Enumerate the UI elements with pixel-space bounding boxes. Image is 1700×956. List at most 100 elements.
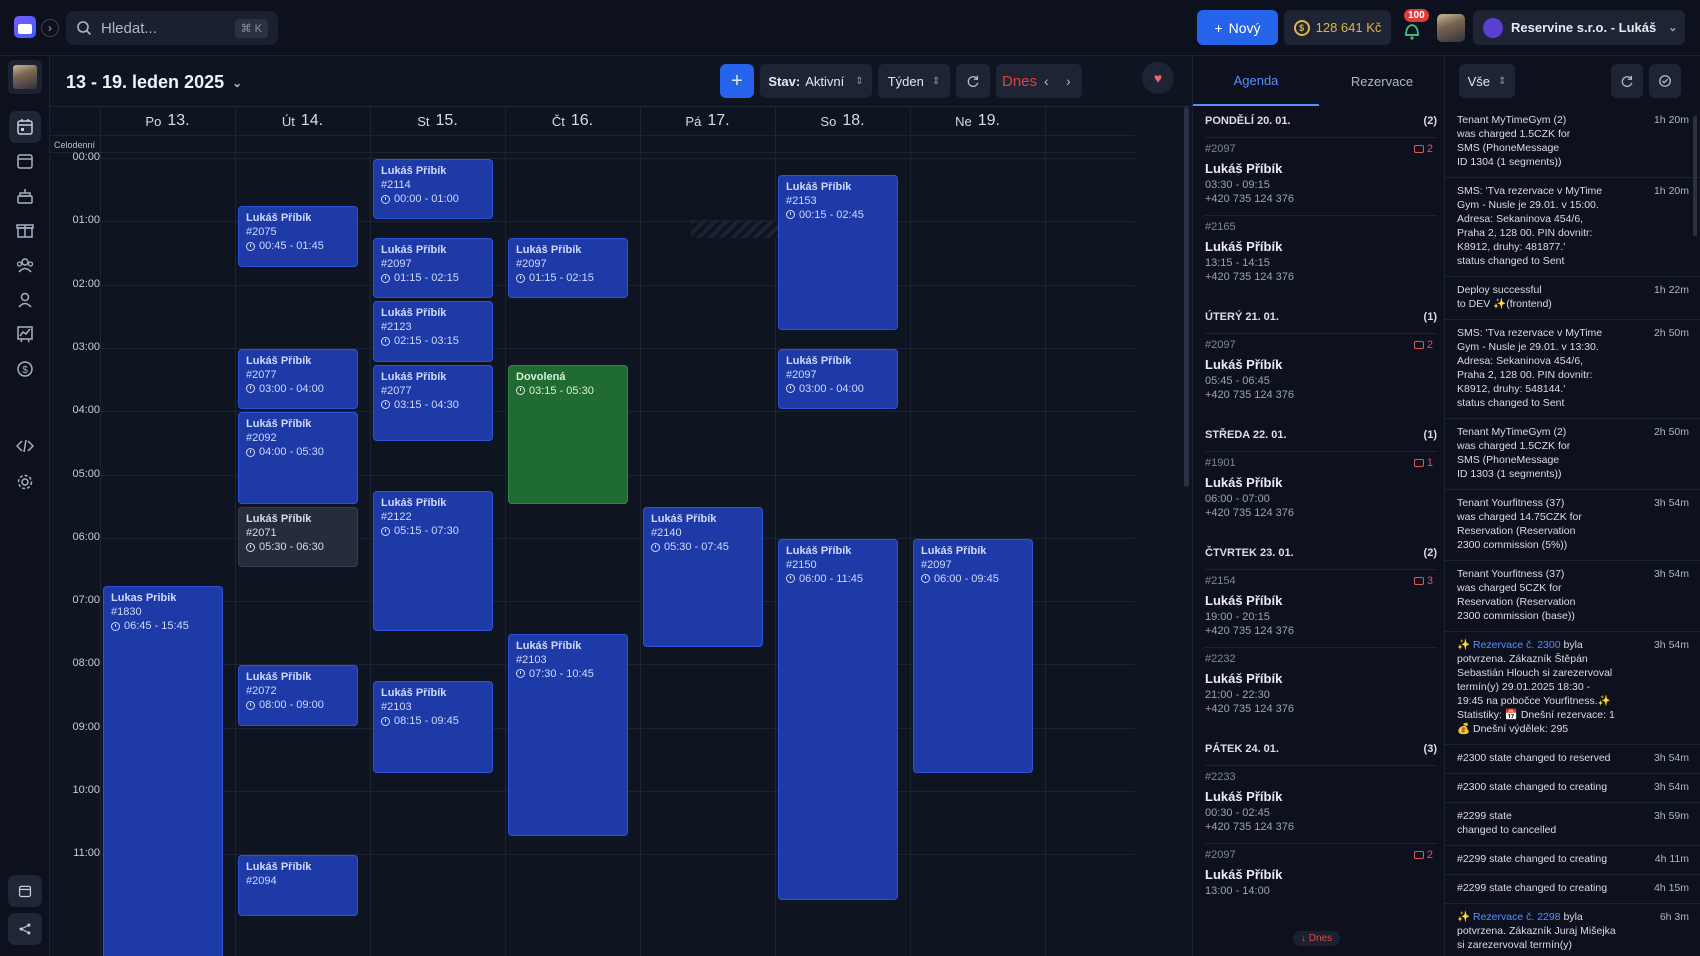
- reservation-link[interactable]: Rezervace č. 2298: [1473, 911, 1561, 923]
- app-logo[interactable]: [14, 16, 36, 38]
- calendar-event[interactable]: Lukáš Příbík #2097 01:15 - 02:15: [373, 238, 493, 299]
- log-entry: #2299 state changed to creating 4h 11m: [1457, 852, 1693, 866]
- agenda-item[interactable]: #1901 1 Lukáš Příbík 06:00 - 07:00 +420 735 …: [1205, 457, 1437, 521]
- calendar-event[interactable]: Lukáš Příbík #2103 08:15 - 09:45: [373, 681, 493, 774]
- calendar-event[interactable]: Lukáš Příbík #2140 05:30 - 07:45: [643, 507, 763, 647]
- view-select[interactable]: Týden ⇕: [878, 64, 950, 98]
- event-time: 02:15 - 03:15: [381, 335, 485, 347]
- scroll-to-today-pill[interactable]: ↓ Dnes: [1293, 931, 1341, 946]
- calendar-event[interactable]: Lukáš Příbík #2075 00:45 - 01:45: [238, 206, 358, 267]
- agenda-day-header: STŘEDA 22. 01. (1): [1205, 429, 1437, 441]
- calendar-event[interactable]: Lukáš Příbík #2097 06:00 - 09:45: [913, 538, 1033, 774]
- calendar-event[interactable]: Lukáš Příbík #2150 06:00 - 11:45: [778, 538, 898, 900]
- log-separator: [1445, 276, 1700, 277]
- agenda-item[interactable]: #2097 2 Lukáš Příbík 03:30 - 09:15 +420 735 …: [1205, 143, 1437, 207]
- event-reservation-id: #2097: [516, 258, 547, 271]
- calendar-scrollbar[interactable]: [1184, 107, 1189, 487]
- event-time: 03:00 - 04:00: [786, 383, 890, 395]
- agenda-item-name: Lukáš Příbík: [1205, 867, 1283, 882]
- search-input[interactable]: Hledat... ⌘ K: [66, 11, 278, 45]
- log-separator: [1445, 744, 1700, 745]
- gift-icon[interactable]: [9, 214, 41, 246]
- calendar-event[interactable]: Lukáš Příbík #2114 00:00 - 01:00: [373, 159, 493, 220]
- prev-week-icon[interactable]: ‹: [1044, 73, 1049, 89]
- users-icon[interactable]: [9, 249, 41, 281]
- log-time: 2h 50m: [1653, 426, 1689, 438]
- log-separator: [1445, 802, 1700, 803]
- log-entry: Tenant MyTimeGym (2) was charged 1.5CZK f…: [1457, 425, 1693, 481]
- today-button[interactable]: Dnes: [1002, 73, 1037, 90]
- calendar-event[interactable]: Lukáš Příbík #2103 07:30 - 10:45: [508, 633, 628, 837]
- event-time-text: 05:30 - 06:30: [259, 541, 324, 554]
- agenda-item[interactable]: #2233 Lukáš Příbík 00:30 - 02:45 +420 735 1…: [1205, 771, 1437, 835]
- calendar-event[interactable]: Lukáš Příbík #2072 08:00 - 09:00: [238, 665, 358, 726]
- agenda-item-id: #2233: [1205, 771, 1236, 783]
- heart-icon[interactable]: ♥: [1142, 62, 1174, 94]
- gear-icon[interactable]: [9, 466, 41, 498]
- cake-icon[interactable]: [9, 180, 41, 212]
- event-time: 07:30 - 10:45: [516, 668, 620, 680]
- user-avatar[interactable]: [1437, 14, 1465, 42]
- agenda-item[interactable]: #2165 Lukáš Příbík 13:15 - 14:15 +420 735 1…: [1205, 221, 1437, 285]
- comment-count: 2: [1413, 849, 1433, 861]
- next-week-icon[interactable]: ›: [1066, 73, 1071, 89]
- log-line: was charged 14.75CZK for: [1457, 511, 1582, 523]
- calendar-event[interactable]: Lukáš Příbík #2094: [238, 855, 358, 916]
- log-line: ID 1304 (1 segments)): [1457, 156, 1562, 168]
- credit-badge[interactable]: $ 128 641 Kč: [1284, 10, 1391, 45]
- date-range-picker[interactable]: 13 - 19. leden 2025 ⌄: [66, 72, 242, 93]
- tab-agenda[interactable]: Agenda: [1193, 56, 1319, 106]
- calendar-event[interactable]: Lukáš Příbík #2077 03:00 - 04:00: [238, 348, 358, 410]
- calendar-icon[interactable]: [9, 145, 41, 177]
- log-message: Tenant Yourfitness (37) was charged 14.75…: [1457, 496, 1632, 552]
- event-time-text: 06:00 - 11:45: [799, 572, 864, 585]
- calendar-event[interactable]: Lukáš Příbík #2077 03:15 - 04:30: [373, 364, 493, 441]
- agenda-item[interactable]: #2154 3 Lukáš Příbík 19:00 - 20:15 +420 735 …: [1205, 575, 1437, 639]
- comment-count: 2: [1413, 143, 1433, 155]
- calendar-event[interactable]: Lukáš Příbík #2092 04:00 - 05:30: [238, 412, 358, 505]
- calendar-event[interactable]: Lukáš Příbík #2071 05:30 - 06:30: [238, 507, 358, 568]
- calendar-shortcut-icon[interactable]: [8, 875, 42, 907]
- chart-icon[interactable]: [9, 318, 41, 350]
- refresh-button[interactable]: [956, 64, 990, 98]
- day-header: So 18.: [775, 107, 910, 135]
- workspace-avatar[interactable]: [8, 60, 42, 94]
- reservation-link[interactable]: Rezervace č. 2300: [1473, 639, 1561, 651]
- agenda-item[interactable]: #2097 2 Lukáš Příbík 05:45 - 06:45 +420 735 …: [1205, 339, 1437, 403]
- clock-icon: [246, 542, 255, 552]
- organization-switcher[interactable]: Reservine s.r.o. - Lukáš ⌄: [1473, 10, 1685, 45]
- agenda-item[interactable]: #2232 Lukáš Příbík 21:00 - 22:30 +420 735 1…: [1205, 653, 1437, 717]
- status-filter[interactable]: Stav: Aktivní ⇕: [760, 64, 872, 98]
- calendar-event[interactable]: Lukas Pribik #1830 06:45 - 15:45: [103, 586, 223, 956]
- agenda-separator: [1205, 333, 1437, 334]
- comment-icon: [1413, 851, 1424, 859]
- tab-rezervace[interactable]: Rezervace: [1319, 56, 1445, 106]
- log-refresh-button[interactable]: [1611, 64, 1643, 98]
- agenda-item-name: Lukáš Příbík: [1205, 357, 1283, 372]
- user-icon[interactable]: [9, 284, 41, 316]
- agenda-separator: [1205, 843, 1437, 844]
- agenda-item[interactable]: #2097 2 Lukáš Příbík 13:00 - 14:00: [1205, 849, 1437, 899]
- calendar-week-icon[interactable]: [9, 111, 41, 143]
- new-button-label: Nový: [1228, 19, 1261, 36]
- week-grid[interactable]: Celodenní Po 13. Út 14. St 15. Čt 16. Pá 17. So 18.…: [50, 106, 1192, 956]
- calendar-event[interactable]: Lukáš Příbík #2122 05:15 - 07:30: [373, 491, 493, 631]
- log-filter-select[interactable]: Vše ⇕: [1459, 64, 1515, 98]
- calendar-event[interactable]: Lukáš Příbík #2153 00:15 - 02:45: [778, 174, 898, 331]
- calendar-event[interactable]: Dovolená 03:15 - 05:30: [508, 364, 628, 505]
- share-icon[interactable]: [8, 913, 42, 945]
- add-reservation-button[interactable]: +: [720, 64, 754, 98]
- event-time: 05:30 - 07:45: [651, 541, 755, 553]
- log-settings-button[interactable]: [1649, 64, 1681, 98]
- coin-icon: $: [1293, 19, 1310, 36]
- calendar-event[interactable]: Lukáš Příbík #2097 03:00 - 04:00: [778, 348, 898, 410]
- log-scrollbar[interactable]: [1693, 116, 1697, 236]
- check-circle-icon: [1659, 75, 1671, 87]
- calendar-event[interactable]: Lukáš Příbík #2097 01:15 - 02:15: [508, 238, 628, 299]
- event-customer-name: Lukáš Příbík: [381, 687, 447, 700]
- new-button[interactable]: + Nový: [1197, 10, 1278, 45]
- dollar-icon[interactable]: $: [9, 353, 41, 385]
- chevron-right-icon[interactable]: ›: [41, 19, 59, 37]
- code-icon[interactable]: [9, 430, 41, 462]
- calendar-event[interactable]: Lukáš Příbík #2123 02:15 - 03:15: [373, 301, 493, 362]
